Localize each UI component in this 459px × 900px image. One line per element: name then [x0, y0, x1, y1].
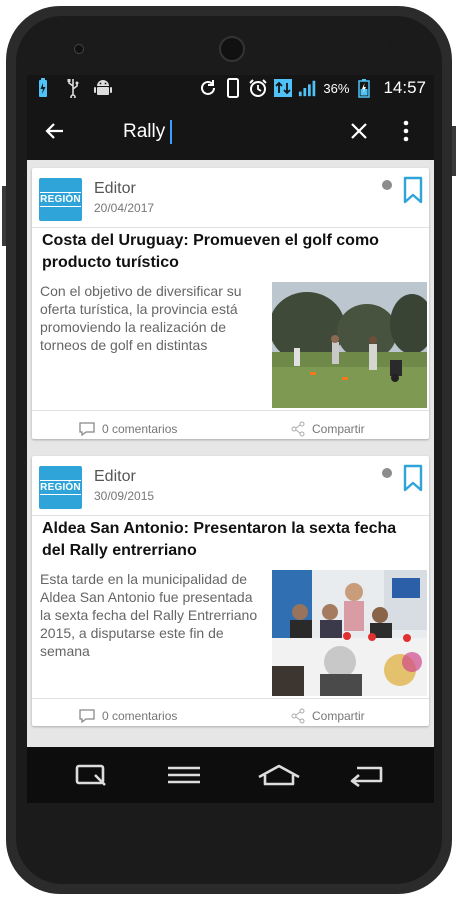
light-sensor — [388, 42, 394, 48]
screen: 36% 14:57 REGIÓN Editor 20/04/2017 — [27, 75, 434, 803]
volume-button — [2, 186, 6, 246]
sync-icon — [198, 78, 218, 98]
front-camera — [74, 44, 84, 54]
system-navigation-bar — [27, 747, 434, 803]
alarm-icon — [248, 78, 268, 98]
comments-button[interactable]: 0 comentarios — [78, 421, 177, 437]
author-name: Editor — [94, 180, 136, 197]
news-card[interactable]: REGIÓN Editor 20/04/2017 Costa del Urugu… — [32, 168, 429, 439]
clock: 14:57 — [383, 78, 426, 97]
proximity-sensor — [376, 42, 382, 48]
comment-icon — [79, 422, 95, 437]
status-bar: 36% 14:57 — [27, 75, 434, 102]
share-label: Compartir — [312, 709, 365, 723]
text-cursor — [170, 120, 172, 144]
bookmark-button[interactable] — [402, 464, 424, 492]
home-icon — [258, 764, 300, 786]
vibrate-icon — [223, 78, 243, 98]
post-title[interactable]: Costa del Uruguay: Promueven el golf com… — [42, 230, 422, 274]
search-results-feed[interactable]: REGIÓN Editor 20/04/2017 Costa del Urugu… — [27, 160, 434, 750]
search-toolbar — [27, 102, 434, 160]
menu-icon — [168, 766, 200, 784]
publisher-logo: REGIÓN — [39, 466, 82, 509]
usb-icon — [63, 78, 83, 98]
recent-apps-button[interactable] — [73, 763, 109, 787]
power-button — [452, 126, 456, 176]
share-icon — [291, 708, 305, 724]
unread-indicator — [382, 180, 392, 190]
back-button[interactable] — [41, 117, 69, 145]
footer-divider — [32, 410, 429, 411]
bookmark-button[interactable] — [402, 176, 424, 204]
share-button[interactable]: Compartir — [290, 708, 365, 724]
comments-count: 0 comentarios — [102, 709, 178, 723]
search-input[interactable] — [123, 118, 323, 146]
publisher-logo: REGIÓN — [39, 178, 82, 221]
home-button[interactable] — [257, 763, 300, 787]
unread-indicator — [382, 468, 392, 478]
signal-icon — [298, 78, 318, 98]
comments-button[interactable]: 0 comentarios — [78, 708, 177, 724]
overflow-menu-button[interactable] — [399, 117, 413, 145]
post-date: 30/09/2015 — [94, 489, 155, 503]
data-transfer-icon — [273, 78, 293, 98]
post-thumbnail[interactable] — [272, 282, 427, 408]
post-thumbnail[interactable] — [272, 570, 427, 696]
android-icon — [93, 78, 113, 98]
post-date: 20/04/2017 — [94, 201, 155, 215]
more-vert-icon — [403, 120, 409, 142]
close-icon — [351, 123, 367, 139]
battery-icon — [354, 78, 374, 98]
news-card[interactable]: REGIÓN Editor 30/09/2015 Aldea San Anton… — [32, 456, 429, 726]
post-title[interactable]: Aldea San Antonio: Presentaron la sexta … — [42, 518, 422, 562]
header-divider — [32, 515, 429, 516]
post-excerpt: Esta tarde en la municipalidad de Aldea … — [40, 571, 258, 659]
comment-icon — [79, 709, 95, 724]
post-excerpt: Con el objetivo de diversificar su ofert… — [40, 283, 242, 353]
clear-search-button[interactable] — [347, 119, 371, 143]
share-label: Compartir — [312, 422, 365, 436]
share-icon — [291, 421, 305, 437]
share-button[interactable]: Compartir — [290, 421, 365, 437]
header-divider — [32, 227, 429, 228]
bookmark-icon — [403, 176, 423, 204]
battery-charging-icon — [33, 78, 53, 98]
author-name: Editor — [94, 468, 136, 485]
back-nav-button[interactable] — [347, 763, 383, 788]
menu-button[interactable] — [166, 763, 202, 787]
arrow-left-icon — [45, 123, 63, 139]
battery-percent: 36% — [323, 80, 350, 96]
earpiece-speaker — [219, 36, 245, 62]
bookmark-icon — [403, 464, 423, 492]
footer-divider — [32, 698, 429, 699]
back-arrow-icon — [350, 766, 383, 788]
recent-apps-icon — [75, 764, 106, 786]
comments-count: 0 comentarios — [102, 422, 178, 436]
